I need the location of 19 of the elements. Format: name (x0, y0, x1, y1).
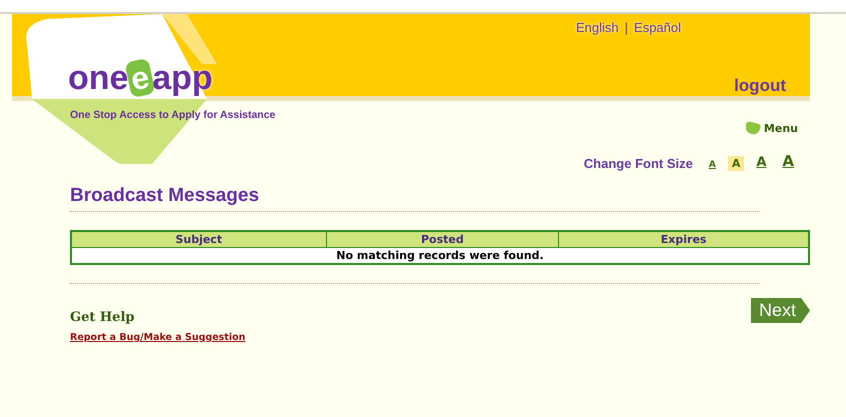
language-link[interactable]: English (576, 20, 619, 35)
font-size-label: Change Font Size (584, 156, 693, 171)
menu-link[interactable]: Menu (744, 121, 798, 135)
column-header: Posted (326, 231, 559, 248)
column-header: Expires (558, 231, 809, 248)
font-size-option[interactable]: A (778, 151, 798, 171)
separator: | (624, 20, 628, 35)
column-header: Subject (71, 231, 326, 248)
font-size-option[interactable]: A (752, 154, 770, 171)
next-button[interactable]: Next (750, 298, 810, 323)
help-heading: Get Help (70, 310, 136, 325)
font-size-option[interactable]: A (704, 159, 720, 171)
empty-message: No matching records were found. (71, 248, 809, 264)
font-size-option[interactable]: A (728, 156, 744, 171)
language-link[interactable]: Español (634, 20, 682, 35)
page-title: Broadcast Messages (70, 185, 260, 207)
logout-link[interactable]: logout (734, 76, 786, 96)
report-bug-link[interactable]: Report a Bug/Make a Suggestion (70, 332, 246, 343)
leaf-icon (744, 121, 762, 135)
